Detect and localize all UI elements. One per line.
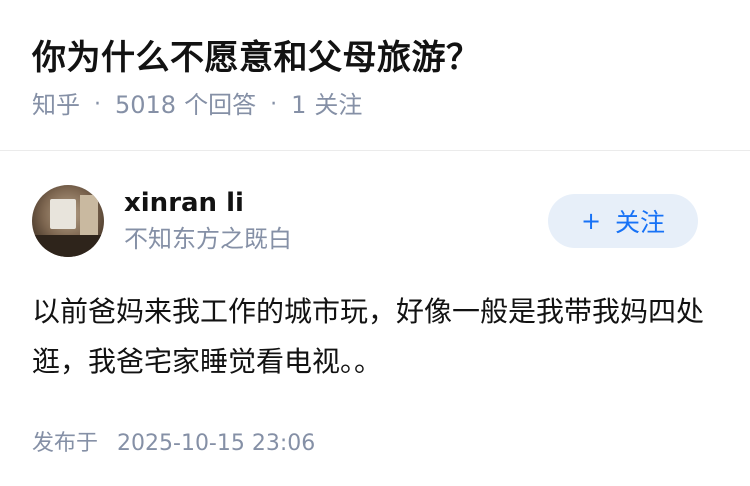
question-title[interactable]: 你为什么不愿意和父母旅游？ — [32, 34, 718, 82]
answer-card: xinran li 不知东方之既白 + 关注 以前爸妈来我工作的城市玩，好像一般… — [0, 183, 750, 457]
answer-content[interactable]: 以前爸妈来我工作的城市玩，好像一般是我带我妈四处逛，我爸宅家睡觉看电视。。 — [32, 287, 718, 387]
followers-count: 1 — [291, 91, 307, 119]
author-name[interactable]: xinran li — [124, 186, 548, 220]
follow-button-label: 关注 — [615, 208, 666, 237]
separator-dot: · — [94, 92, 101, 117]
separator-dot: · — [270, 92, 278, 117]
plus-icon: + — [580, 207, 602, 235]
author-bio: 不知东方之既白 — [124, 225, 292, 253]
author-info: xinran li 不知东方之既白 — [124, 186, 548, 256]
answers-label: 个回答 — [184, 91, 257, 119]
question-meta: 知乎 · 5018 个回答 · 1 关注 — [32, 88, 718, 122]
followers-label: 关注 — [314, 91, 363, 119]
author-row: xinran li 不知东方之既白 + 关注 — [32, 183, 718, 259]
divider — [0, 150, 750, 151]
answer-footer: 发布于 2025-10-15 23:06 — [32, 425, 718, 457]
follow-button[interactable]: + 关注 — [548, 194, 698, 248]
published-time: 2025-10-15 23:06 — [117, 431, 316, 456]
source-label[interactable]: 知乎 — [32, 88, 80, 122]
avatar[interactable] — [32, 185, 104, 257]
question-header: 你为什么不愿意和父母旅游？ 知乎 · 5018 个回答 · 1 关注 — [0, 0, 750, 119]
published-label: 发布于 — [32, 431, 99, 456]
answers-count: 5018 — [115, 91, 177, 119]
